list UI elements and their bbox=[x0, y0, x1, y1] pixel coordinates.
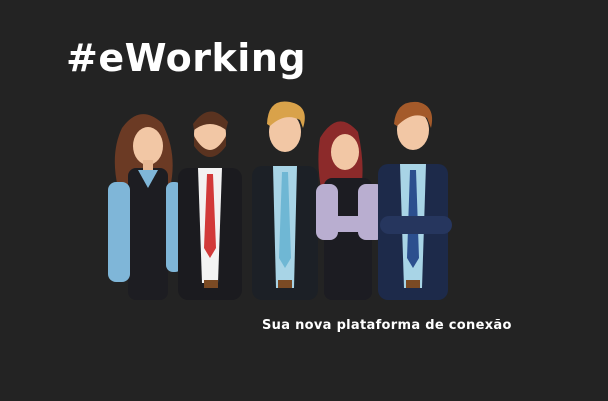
page-title: #eWorking bbox=[66, 36, 307, 80]
person-woman-left bbox=[108, 114, 182, 300]
person-man-right bbox=[378, 101, 452, 300]
person-man-beard bbox=[178, 111, 242, 300]
person-woman-red bbox=[316, 121, 386, 300]
tagline: Sua nova plataforma de conexão bbox=[262, 318, 512, 333]
business-team-illustration bbox=[108, 101, 452, 300]
person-man-blond bbox=[252, 101, 318, 300]
